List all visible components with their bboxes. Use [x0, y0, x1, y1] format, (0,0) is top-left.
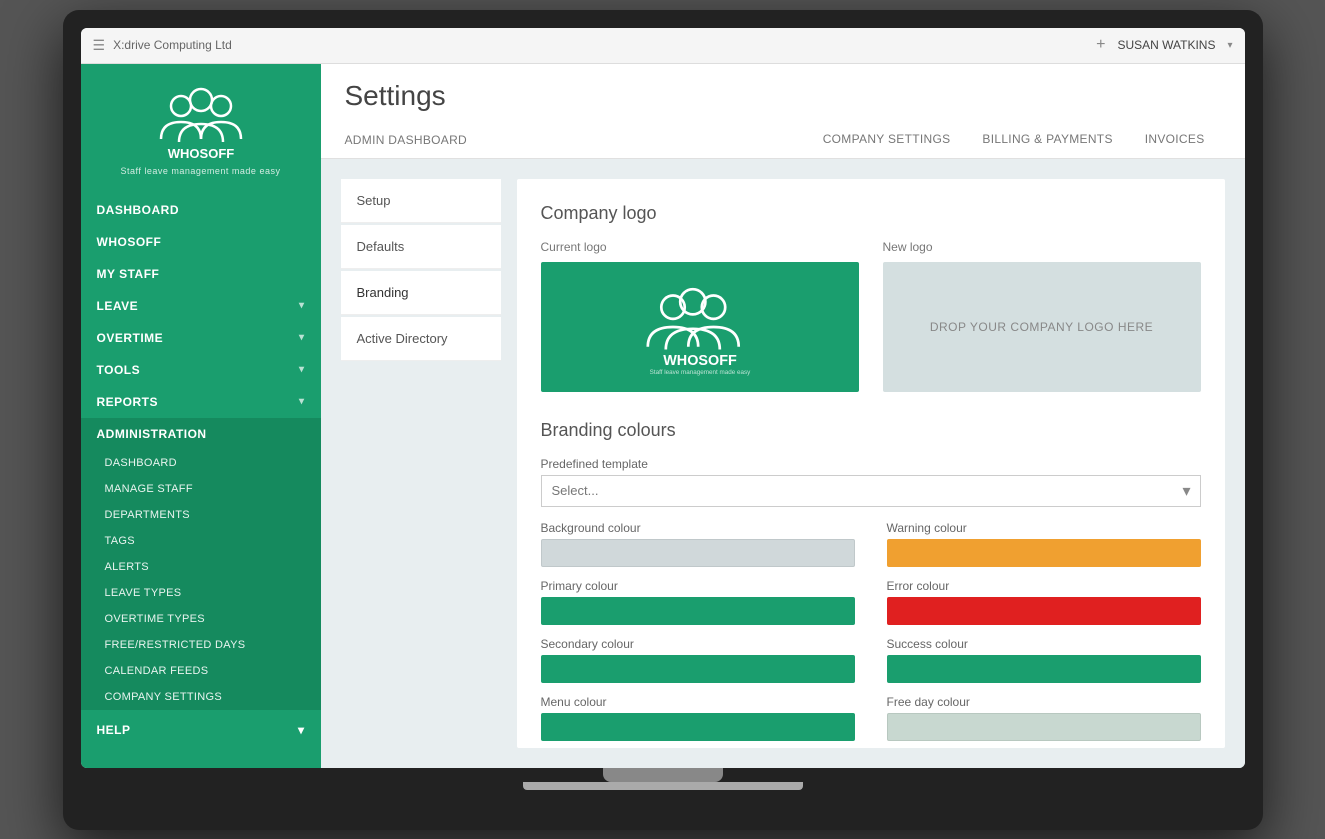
help-chevron-icon: ▾	[298, 723, 305, 737]
error-colour-row: Error colour	[887, 579, 1201, 625]
right-panel: Company logo Current logo	[517, 179, 1225, 748]
top-bar: ☰ X:drive Computing Ltd + SUSAN WATKINS …	[81, 28, 1245, 64]
logo-tagline: Staff leave management made easy	[121, 166, 281, 176]
free-day-colour-bar[interactable]	[887, 713, 1201, 741]
drop-logo-box[interactable]: DROP YOUR COMPANY LOGO HERE	[883, 262, 1201, 392]
user-name: SUSAN WATKINS	[1117, 38, 1215, 52]
sidebar-item-leave[interactable]: LEAVE ▾	[81, 290, 321, 322]
svg-text:WHOSOFF: WHOSOFF	[663, 352, 737, 368]
predefined-label: Predefined template	[541, 457, 1201, 471]
admin-section: ADMINISTRATION DASHBOARD MANAGE STAFF DE…	[81, 418, 321, 710]
tab-company-settings[interactable]: COMPANY SETTINGS	[807, 122, 967, 158]
sidebar-item-dashboard[interactable]: DASHBOARD	[81, 194, 321, 226]
menu-icon[interactable]: ☰	[93, 37, 106, 54]
new-logo-col: New logo DROP YOUR COMPANY LOGO HERE	[883, 240, 1201, 392]
company-logo-image: WHOSOFF Staff leave management made easy	[610, 277, 790, 377]
primary-colour-row: Primary colour	[541, 579, 855, 625]
admin-sub-leave-types[interactable]: LEAVE TYPES	[81, 580, 321, 606]
warning-colour-bar[interactable]	[887, 539, 1201, 567]
colours-grid: Background colour Primary colour Seconda…	[541, 521, 1201, 748]
sidebar-item-tools[interactable]: TOOLS ▾	[81, 354, 321, 386]
add-button[interactable]: +	[1096, 36, 1105, 54]
left-panel: Setup Defaults Branding Active Directory	[341, 179, 501, 748]
admin-sub-dashboard[interactable]: DASHBOARD	[81, 450, 321, 476]
sidebar-logo: WHOSOFF Staff leave management made easy	[81, 64, 321, 190]
menu-colour-bar[interactable]	[541, 713, 855, 741]
admin-sub-overtime-types[interactable]: OVERTIME TYPES	[81, 606, 321, 632]
menu-colour-label: Menu colour	[541, 695, 855, 709]
secondary-colour-row: Secondary colour	[541, 637, 855, 683]
breadcrumb[interactable]: ADMIN DASHBOARD	[345, 125, 468, 155]
top-bar-title: X:drive Computing Ltd	[113, 38, 1096, 52]
branding-colours-title: Branding colours	[541, 420, 1201, 441]
admin-header: ADMINISTRATION	[81, 418, 321, 450]
success-colour-bar[interactable]	[887, 655, 1201, 683]
error-colour-label: Error colour	[887, 579, 1201, 593]
background-colour-bar[interactable]	[541, 539, 855, 567]
warning-colour-row: Warning colour	[887, 521, 1201, 567]
page-header: Settings ADMIN DASHBOARD COMPANY SETTING…	[321, 64, 1245, 159]
tab-billing-payments[interactable]: BILLING & PAYMENTS	[966, 122, 1128, 158]
success-colour-label: Success colour	[887, 637, 1201, 651]
top-bar-right: + SUSAN WATKINS ▾	[1096, 36, 1232, 54]
logo-section-title: Company logo	[541, 203, 1201, 224]
tab-invoices[interactable]: INVOICES	[1129, 122, 1221, 158]
colours-left: Background colour Primary colour Seconda…	[541, 521, 855, 748]
admin-sub-calendar-feeds[interactable]: CALENDAR FEEDS	[81, 658, 321, 684]
admin-sub-manage-staff[interactable]: MANAGE STAFF	[81, 476, 321, 502]
predefined-dropdown-wrapper: Select...	[541, 475, 1201, 507]
admin-sub-free-restricted[interactable]: FREE/RESTRICTED DAYS	[81, 632, 321, 658]
menu-colour-row: Menu colour	[541, 695, 855, 741]
sidebar-item-my-staff[interactable]: MY STAFF	[81, 258, 321, 290]
left-panel-active-directory[interactable]: Active Directory	[341, 317, 501, 361]
content-area: Setup Defaults Branding Active Directory…	[321, 159, 1245, 768]
reports-chevron-icon: ▾	[299, 396, 305, 407]
app-body: WHOSOFF Staff leave management made easy…	[81, 64, 1245, 768]
new-logo-label: New logo	[883, 240, 1201, 254]
page-tabs-right: COMPANY SETTINGS BILLING & PAYMENTS INVO…	[807, 122, 1221, 158]
whosoff-logo: WHOSOFF	[131, 84, 271, 164]
colours-right: Warning colour Error colour Success colo…	[887, 521, 1201, 748]
admin-sub-alerts[interactable]: ALERTS	[81, 554, 321, 580]
predefined-select[interactable]: Select...	[541, 475, 1201, 507]
free-day-colour-row: Free day colour	[887, 695, 1201, 741]
page-tabs: ADMIN DASHBOARD COMPANY SETTINGS BILLING…	[345, 122, 1221, 158]
secondary-colour-bar[interactable]	[541, 655, 855, 683]
current-logo-col: Current logo WHOSO	[541, 240, 859, 392]
leave-chevron-icon: ▾	[299, 300, 305, 311]
primary-colour-label: Primary colour	[541, 579, 855, 593]
secondary-colour-label: Secondary colour	[541, 637, 855, 651]
overtime-chevron-icon: ▾	[299, 332, 305, 343]
left-panel-setup[interactable]: Setup	[341, 179, 501, 223]
left-panel-defaults[interactable]: Defaults	[341, 225, 501, 269]
sidebar: WHOSOFF Staff leave management made easy…	[81, 64, 321, 768]
sidebar-item-overtime[interactable]: OVERTIME ▾	[81, 322, 321, 354]
admin-sub-departments[interactable]: DEPARTMENTS	[81, 502, 321, 528]
free-day-colour-label: Free day colour	[887, 695, 1201, 709]
page-title: Settings	[345, 80, 1221, 112]
admin-sub-tags[interactable]: TAGS	[81, 528, 321, 554]
primary-colour-bar[interactable]	[541, 597, 855, 625]
background-colour-row: Background colour	[541, 521, 855, 567]
sidebar-nav: DASHBOARD WHOSOFF MY STAFF LEAVE ▾ OVERT…	[81, 194, 321, 418]
svg-text:Staff leave management made ea: Staff leave management made easy	[649, 368, 751, 375]
tools-chevron-icon: ▾	[299, 364, 305, 375]
sidebar-item-whosoff[interactable]: WHOSOFF	[81, 226, 321, 258]
current-logo-box: WHOSOFF Staff leave management made easy	[541, 262, 859, 392]
current-logo-label: Current logo	[541, 240, 859, 254]
logo-section: Current logo WHOSO	[541, 240, 1201, 392]
admin-sub-company-settings[interactable]: COMPANY SETTINGS	[81, 684, 321, 710]
sidebar-item-reports[interactable]: REPORTS ▾	[81, 386, 321, 418]
svg-text:WHOSOFF: WHOSOFF	[167, 146, 234, 161]
left-panel-branding[interactable]: Branding	[341, 271, 501, 315]
sidebar-item-help[interactable]: HELP ▾	[81, 714, 321, 746]
error-colour-bar[interactable]	[887, 597, 1201, 625]
main-content: Settings ADMIN DASHBOARD COMPANY SETTING…	[321, 64, 1245, 768]
drop-logo-text: DROP YOUR COMPANY LOGO HERE	[930, 320, 1153, 334]
success-colour-row: Success colour	[887, 637, 1201, 683]
background-colour-label: Background colour	[541, 521, 855, 535]
user-chevron-icon[interactable]: ▾	[1227, 40, 1232, 51]
predefined-template-row: Predefined template Select...	[541, 457, 1201, 507]
warning-colour-label: Warning colour	[887, 521, 1201, 535]
